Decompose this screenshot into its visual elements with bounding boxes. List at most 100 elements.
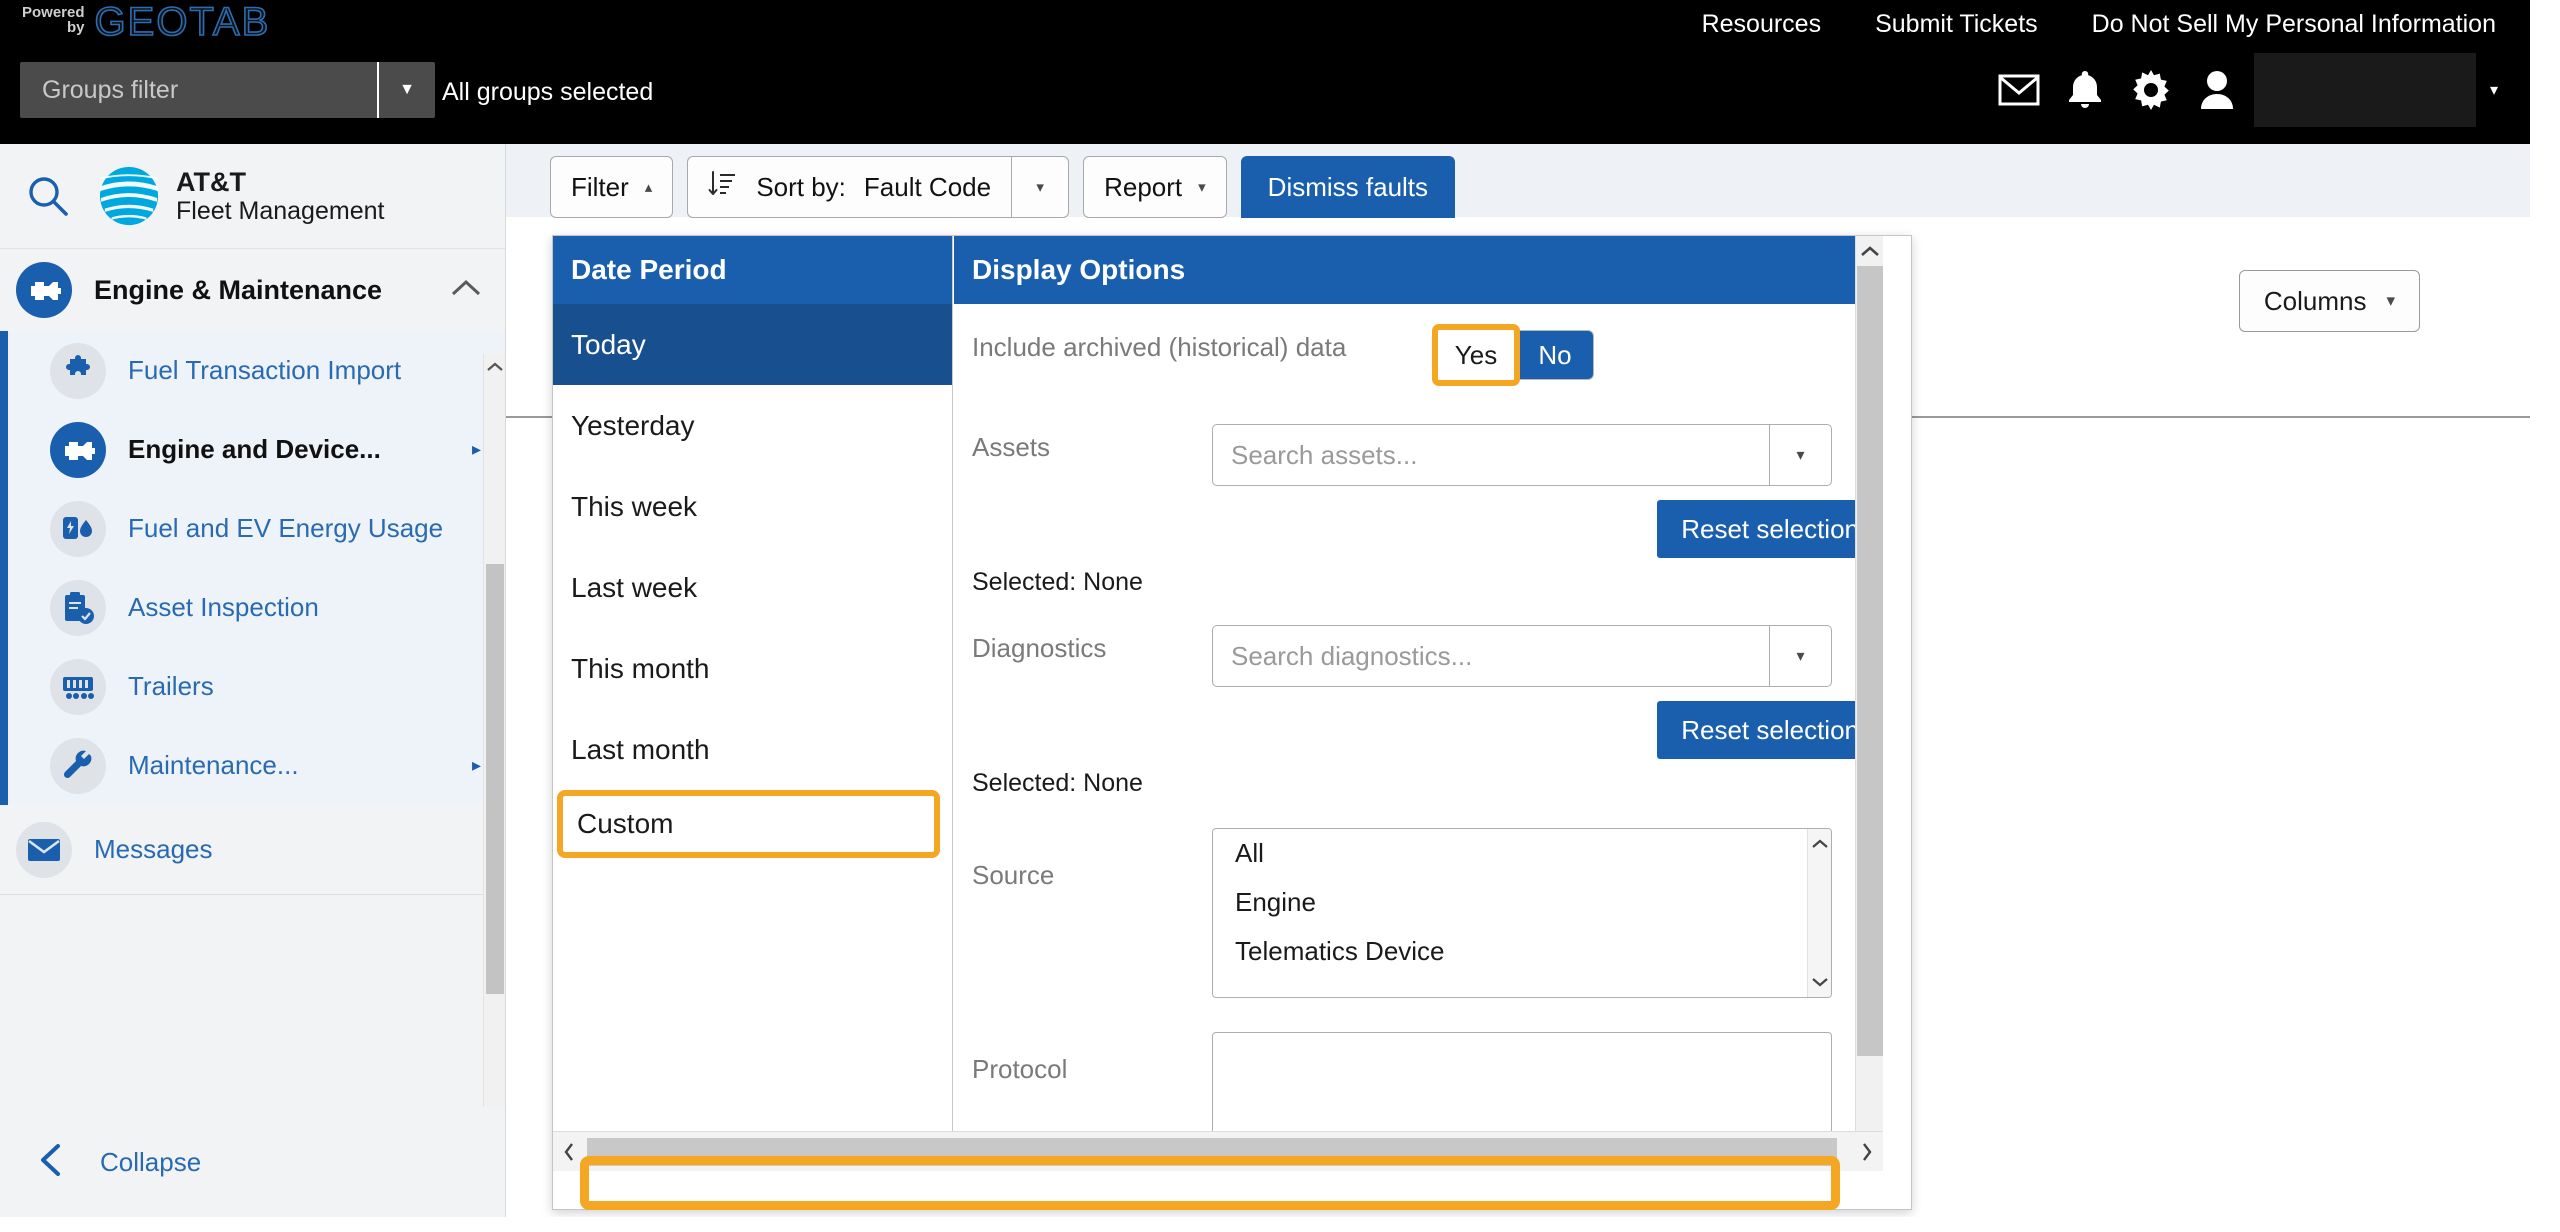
powered-line-2: by xyxy=(67,19,85,36)
report-button[interactable]: Report ▾ xyxy=(1083,156,1227,218)
bell-icon[interactable] xyxy=(2052,57,2118,123)
search-icon[interactable] xyxy=(24,172,72,220)
envelope-icon xyxy=(16,821,72,878)
assets-reset-selection-button[interactable]: Reset selection xyxy=(1657,500,1883,558)
sidebar-item-messages[interactable]: Messages xyxy=(0,805,505,895)
archived-data-row: Include archived (historical) data Yes N… xyxy=(954,324,1883,386)
diagnostics-search-input[interactable]: Search diagnostics... xyxy=(1213,626,1769,686)
filter-panel-scrollbar-vertical[interactable] xyxy=(1855,236,1883,1171)
sidebar-scrollbar[interactable] xyxy=(483,354,505,1129)
scrollbar-thumb[interactable] xyxy=(1857,266,1883,1056)
date-period-option-custom[interactable]: Custom xyxy=(557,790,940,858)
sidebar-group-label: Engine & Maintenance xyxy=(94,274,383,305)
groups-filter-input[interactable]: Groups filter xyxy=(20,62,377,118)
resources-link[interactable]: Resources xyxy=(1702,10,1822,39)
chevron-down-icon[interactable]: ▼ xyxy=(377,62,435,118)
puzzle-icon xyxy=(50,342,106,399)
scroll-up-icon[interactable] xyxy=(484,354,505,380)
source-option-all[interactable]: All xyxy=(1213,829,1831,878)
sidebar-item-trailers[interactable]: Trailers xyxy=(8,647,505,726)
display-options-column: Display Options Include archived (histor… xyxy=(954,236,1883,1171)
chevron-down-icon[interactable]: ▾ xyxy=(1769,626,1831,686)
chevron-right-icon[interactable]: ▸ xyxy=(472,439,481,460)
date-period-header: Date Period xyxy=(553,236,952,304)
scrollbar-thumb[interactable] xyxy=(486,564,504,994)
report-button-label: Report xyxy=(1104,171,1183,202)
filter-panel-body: Date Period Today Yesterday This week La… xyxy=(553,236,1883,1171)
top-header-bar: Powered by GEOTAB Resources Submit Ticke… xyxy=(0,0,2530,144)
sidebar-item-list: Fuel Transaction Import Engine and Devic… xyxy=(0,331,505,805)
dismiss-faults-button[interactable]: Dismiss faults xyxy=(1240,156,1456,218)
assets-search-input[interactable]: Search assets... xyxy=(1213,425,1769,485)
archived-data-toggle: Yes No xyxy=(1432,324,1883,386)
sidebar-collapse-label: Collapse xyxy=(100,1146,202,1177)
sidebar-item-label: Fuel Transaction Import xyxy=(128,355,402,385)
assets-row: Assets Search assets... ▾ Reset selectio… xyxy=(954,424,1883,558)
diagnostics-selected-text: Selected: None xyxy=(972,769,1143,797)
sort-by-label: Sort by: xyxy=(756,171,846,202)
diagnostics-search-combo[interactable]: Search diagnostics... ▾ xyxy=(1212,625,1832,687)
source-listbox[interactable]: All Engine Telematics Device xyxy=(1212,828,1832,998)
date-period-option-this-month[interactable]: This month xyxy=(553,628,952,709)
filter-button[interactable]: Filter ▴ xyxy=(550,156,674,218)
sidebar-item-label: Engine and Device... xyxy=(128,434,381,464)
user-icon[interactable] xyxy=(2184,57,2250,123)
trailer-icon xyxy=(50,658,106,715)
scrollbar-thumb[interactable] xyxy=(587,1138,1837,1166)
sort-by-dropdown-toggle[interactable]: ▾ xyxy=(1011,156,1070,218)
assets-selected-text: Selected: None xyxy=(972,568,1143,596)
date-period-option-this-week[interactable]: This week xyxy=(553,466,952,547)
sidebar-item-asset-inspection[interactable]: Asset Inspection xyxy=(8,568,505,647)
sidebar-group-engine-maintenance[interactable]: Engine & Maintenance xyxy=(0,249,505,331)
att-brand-line-2: Fleet Management xyxy=(176,197,385,226)
scroll-down-icon[interactable] xyxy=(1808,969,1831,995)
sidebar-item-label: Trailers xyxy=(128,671,214,701)
assets-search-combo[interactable]: Search assets... ▾ xyxy=(1212,424,1832,486)
top-nav-links: Resources Submit Tickets Do Not Sell My … xyxy=(1702,0,2496,48)
chevron-down-icon: ▾ xyxy=(1198,179,1206,196)
source-listbox-scrollbar[interactable] xyxy=(1807,829,1831,997)
filter-panel-scrollbar-horizontal[interactable] xyxy=(553,1131,1883,1171)
source-option-telematics-device[interactable]: Telematics Device xyxy=(1213,927,1831,976)
source-option-engine[interactable]: Engine xyxy=(1213,878,1831,927)
sidebar-item-fuel-ev-energy-usage[interactable]: Fuel and EV Energy Usage xyxy=(8,489,505,568)
filter-dropdown-panel: Date Period Today Yesterday This week La… xyxy=(552,235,1912,1210)
scroll-up-icon[interactable] xyxy=(1856,236,1884,266)
sidebar-item-fuel-transaction-import[interactable]: Fuel Transaction Import xyxy=(8,331,505,410)
chevron-down-icon[interactable]: ▾ xyxy=(2490,80,2498,100)
clipboard-check-icon xyxy=(50,579,106,636)
sidebar-scroll-region: Engine & Maintenance Fuel Transaction Im… xyxy=(0,249,505,1129)
chevron-up-icon[interactable] xyxy=(451,279,481,302)
date-period-option-today[interactable]: Today xyxy=(553,304,952,385)
top-icon-bar: ▾ xyxy=(1986,52,2498,128)
sidebar-collapse-button[interactable]: Collapse xyxy=(0,1107,505,1217)
submit-tickets-link[interactable]: Submit Tickets xyxy=(1875,10,2038,39)
groups-filter-dropdown[interactable]: Groups filter ▼ xyxy=(20,62,435,118)
scroll-left-icon[interactable] xyxy=(553,1132,585,1172)
left-sidebar: AT&T Fleet Management Engine & Maintenan… xyxy=(0,144,506,1217)
chevron-right-icon[interactable]: ▸ xyxy=(472,755,481,776)
archived-no-button[interactable]: No xyxy=(1516,330,1594,380)
columns-button[interactable]: Columns ▾ xyxy=(2238,270,2420,332)
scroll-right-icon[interactable] xyxy=(1851,1132,1883,1172)
sidebar-header: AT&T Fleet Management xyxy=(0,144,505,249)
sort-by-button[interactable]: Sort by: Fault Code xyxy=(687,156,1012,218)
scroll-up-icon[interactable] xyxy=(1808,831,1831,857)
gear-icon[interactable] xyxy=(2118,57,2184,123)
user-name-chip[interactable] xyxy=(2253,53,2476,127)
mail-icon[interactable] xyxy=(1986,57,2052,123)
sort-by-control: Sort by: Fault Code ▾ xyxy=(687,156,1070,218)
date-period-option-last-month[interactable]: Last month xyxy=(553,709,952,790)
chevron-down-icon[interactable]: ▾ xyxy=(1769,425,1831,485)
sidebar-item-label: Maintenance... xyxy=(128,750,299,780)
sidebar-item-engine-and-device[interactable]: Engine and Device... ▸ xyxy=(8,410,505,489)
date-period-option-last-week[interactable]: Last week xyxy=(553,547,952,628)
diagnostics-reset-selection-button[interactable]: Reset selection xyxy=(1657,701,1883,759)
sidebar-item-maintenance[interactable]: Maintenance... ▸ xyxy=(8,726,505,805)
filter-button-label: Filter xyxy=(571,171,629,202)
display-options-header: Display Options xyxy=(954,236,1883,304)
archived-yes-button[interactable]: Yes xyxy=(1432,324,1520,386)
date-period-option-yesterday[interactable]: Yesterday xyxy=(553,385,952,466)
do-not-sell-link[interactable]: Do Not Sell My Personal Information xyxy=(2092,10,2496,39)
sidebar-item-label: Messages xyxy=(94,834,213,864)
